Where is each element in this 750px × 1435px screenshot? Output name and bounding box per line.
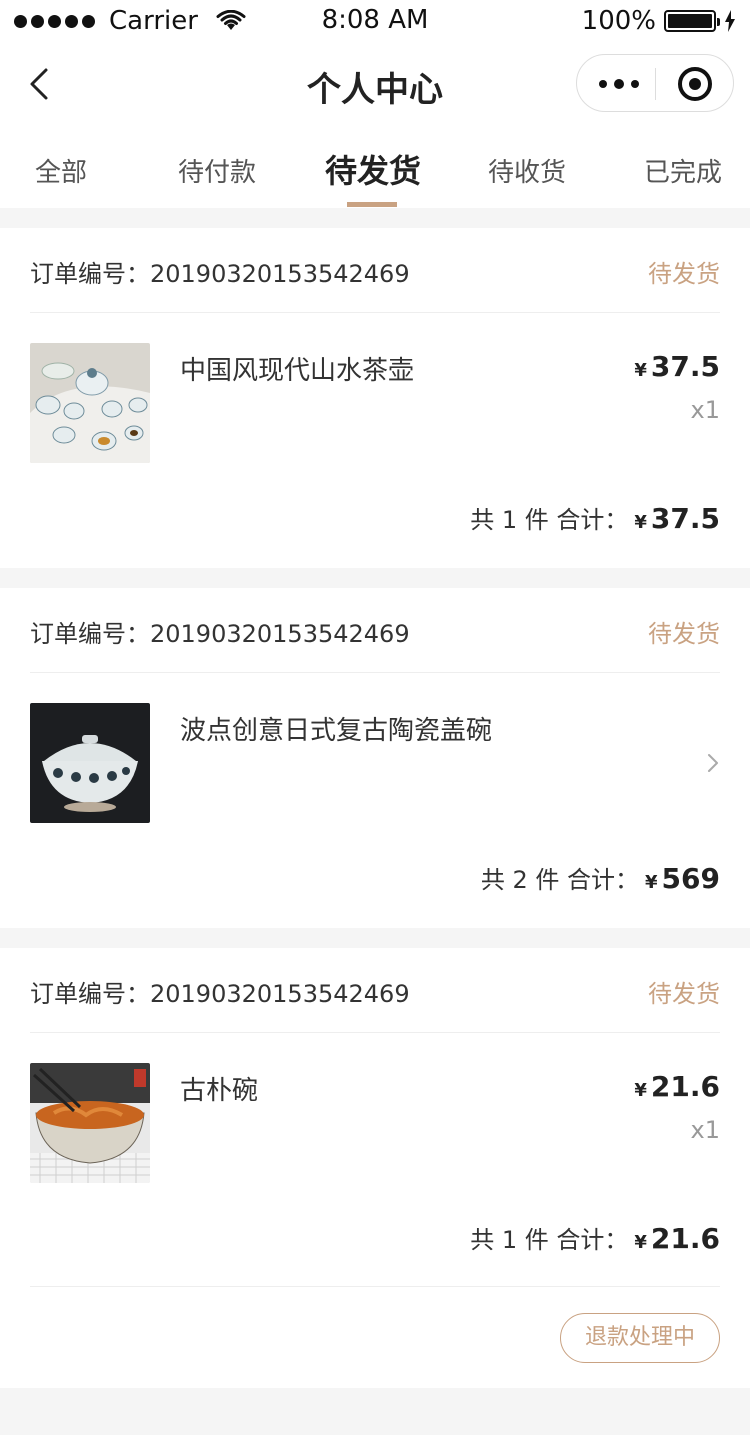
- refund-status-button[interactable]: 退款处理中: [560, 1313, 720, 1363]
- order-number: 订单编号：20190320153542469: [30, 974, 410, 1009]
- tab-all[interactable]: 全部: [35, 152, 87, 189]
- order-number-value: 20190320153542469: [150, 620, 410, 648]
- order-total: 共 2 件 合计： ¥569: [481, 860, 720, 895]
- order-number-value: 20190320153542469: [150, 260, 410, 288]
- order-total-amount: ¥37.5: [634, 502, 720, 535]
- order-count-text: 共 1 件 合计：: [470, 506, 629, 534]
- order-header: 订单编号：20190320153542469 待发货: [30, 588, 720, 673]
- order-card[interactable]: 订单编号：20190320153542469 待发货 波点创意日式复古陶瓷盖碗 …: [0, 588, 750, 928]
- product-name[interactable]: 古朴碗: [180, 1070, 258, 1107]
- currency-symbol: ¥: [645, 872, 658, 893]
- order-number-label: 订单编号：: [30, 980, 150, 1008]
- order-tabs: 全部 待付款 待发货 待收货 已完成: [0, 128, 750, 208]
- currency-symbol: ¥: [634, 1080, 647, 1101]
- order-card[interactable]: 订单编号：20190320153542469 待发货 古朴碗 ¥21.6 x1 …: [0, 948, 750, 1388]
- tab-pending-receipt[interactable]: 待收货: [488, 152, 566, 189]
- back-icon[interactable]: [24, 62, 64, 106]
- order-status: 待发货: [648, 260, 720, 288]
- order-header: 订单编号：20190320153542469 待发货: [30, 228, 720, 313]
- order-total: 共 1 件 合计： ¥37.5: [470, 500, 720, 535]
- order-number: 订单编号：20190320153542469: [30, 254, 410, 289]
- order-count-text: 共 1 件 合计：: [470, 1226, 629, 1254]
- tab-completed[interactable]: 已完成: [644, 152, 722, 189]
- charging-icon: [725, 10, 735, 32]
- order-status: 待发货: [648, 980, 720, 1008]
- status-bar: Carrier 8:08 AM 100%: [0, 0, 750, 40]
- product-quantity: x1: [690, 1116, 720, 1144]
- status-right: 100%: [582, 6, 736, 36]
- order-card[interactable]: 订单编号：20190320153542469 待发货 中国风现代山水茶壶 ¥37…: [0, 228, 750, 568]
- battery-icon: [664, 10, 720, 32]
- battery-percent: 100%: [581, 6, 656, 36]
- total-value: 37.5: [650, 502, 720, 535]
- status-left: Carrier: [14, 6, 246, 36]
- mini-program-capsule: [576, 54, 734, 112]
- product-name[interactable]: 波点创意日式复古陶瓷盖碗: [180, 710, 492, 747]
- order-total-amount: ¥569: [645, 862, 720, 895]
- product-image[interactable]: [30, 343, 150, 463]
- product-image[interactable]: [30, 703, 150, 823]
- order-header: 订单编号：20190320153542469 待发货: [30, 948, 720, 1033]
- more-icon[interactable]: [599, 55, 639, 113]
- capsule-divider: [655, 68, 656, 100]
- carrier-label: Carrier: [109, 6, 198, 36]
- order-total-amount: ¥21.6: [634, 1222, 720, 1255]
- order-number: 订单编号：20190320153542469: [30, 614, 410, 649]
- currency-symbol: ¥: [634, 360, 647, 381]
- total-value: 569: [661, 862, 720, 895]
- product-price: ¥21.6: [634, 1070, 720, 1103]
- tab-pending-shipment[interactable]: 待发货: [325, 146, 421, 192]
- order-number-label: 订单编号：: [30, 620, 150, 648]
- order-divider: [30, 1286, 720, 1287]
- product-image[interactable]: [30, 1063, 150, 1183]
- active-tab-indicator: [347, 202, 397, 207]
- product-quantity: x1: [690, 396, 720, 424]
- order-number-label: 订单编号：: [30, 260, 150, 288]
- product-price: ¥37.5: [634, 350, 720, 383]
- signal-icon: [14, 14, 99, 28]
- nav-bar: 个人中心: [0, 40, 750, 128]
- order-status: 待发货: [648, 620, 720, 648]
- tab-pending-payment[interactable]: 待付款: [178, 152, 256, 189]
- close-target-icon[interactable]: [678, 67, 712, 101]
- chevron-right-icon[interactable]: [706, 752, 720, 774]
- order-total: 共 1 件 合计： ¥21.6: [470, 1220, 720, 1255]
- price-value: 21.6: [650, 1070, 720, 1103]
- price-value: 37.5: [650, 350, 720, 383]
- currency-symbol: ¥: [634, 512, 647, 533]
- currency-symbol: ¥: [634, 1232, 647, 1253]
- order-number-value: 20190320153542469: [150, 980, 410, 1008]
- wifi-icon: [216, 10, 246, 30]
- total-value: 21.6: [650, 1222, 720, 1255]
- product-name[interactable]: 中国风现代山水茶壶: [180, 350, 414, 387]
- order-count-text: 共 2 件 合计：: [480, 866, 640, 894]
